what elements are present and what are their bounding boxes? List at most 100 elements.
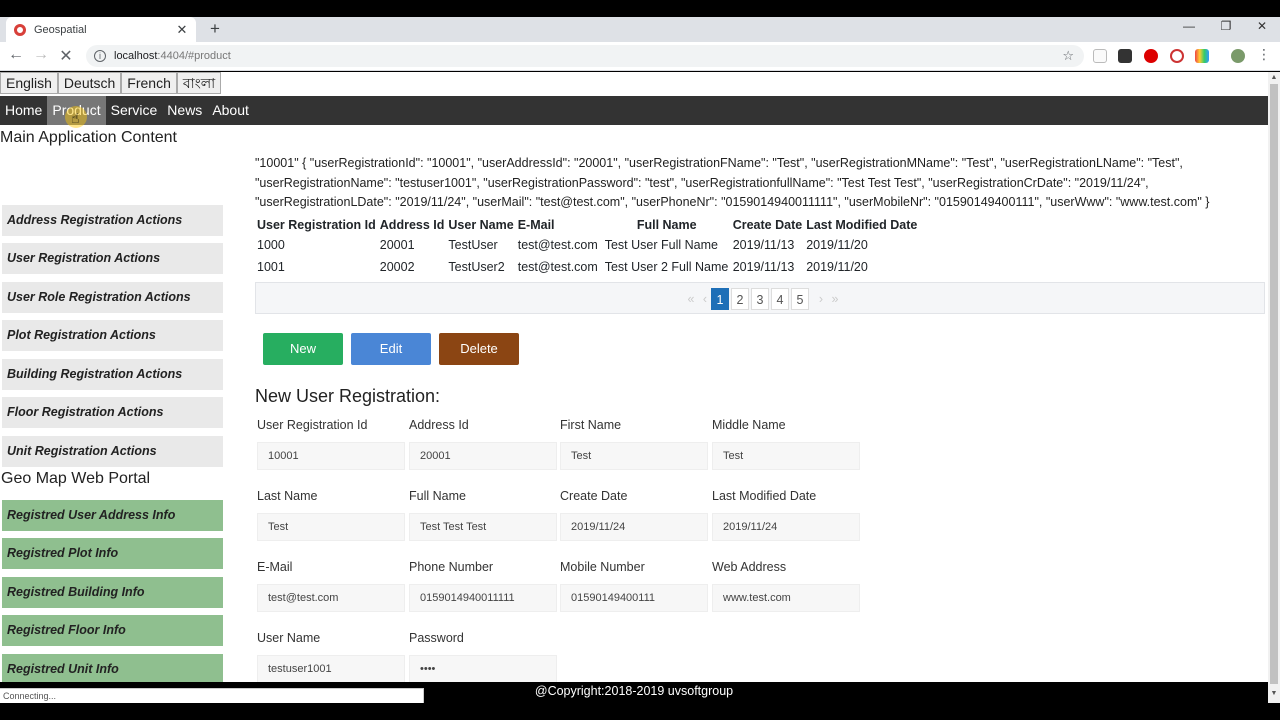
cell-full-name: Test User 2 Full Name	[604, 260, 729, 274]
back-icon[interactable]: ←	[6, 46, 26, 64]
url-bar[interactable]: i localhost:4404/#product ☆	[86, 45, 1084, 67]
label-password: Password	[409, 631, 464, 645]
sidebar-plot-registration[interactable]: Plot Registration Actions	[2, 320, 223, 351]
sidebar-unit-info[interactable]: Registred Unit Info	[2, 654, 223, 683]
pagination: « ‹ 1 2 3 4 5 › »	[255, 282, 1265, 314]
color-extension-icon[interactable]	[1195, 49, 1209, 63]
extension-icon[interactable]	[1118, 49, 1132, 63]
column-header[interactable]: Address Id	[378, 215, 447, 234]
registration-id-input[interactable]: 10001	[257, 442, 405, 470]
sidebar-user-role-registration[interactable]: User Role Registration Actions	[2, 282, 223, 313]
main-nav: Home Product Service News About	[0, 96, 1268, 125]
modified-date-input[interactable]: 2019/11/24	[712, 513, 860, 541]
nav-home[interactable]: Home	[0, 96, 47, 125]
cell-email: test@test.com	[517, 238, 598, 252]
extension-icon[interactable]	[1093, 49, 1107, 63]
cell-user-name: TestUser2	[448, 260, 505, 274]
page-4[interactable]: 4	[771, 288, 789, 310]
mobile-number-input[interactable]: 01590149400111	[560, 584, 708, 612]
page-2[interactable]: 2	[731, 288, 749, 310]
lang-bangla[interactable]: বাংলা	[176, 72, 222, 94]
user-name-input[interactable]: testuser1001	[257, 655, 405, 683]
sidebar-address-registration[interactable]: Address Registration Actions	[2, 205, 223, 236]
opera-extension-icon[interactable]	[1144, 49, 1158, 63]
full-name-input[interactable]: Test Test Test	[409, 513, 557, 541]
help-extension-icon[interactable]	[1170, 49, 1184, 63]
label-full-name: Full Name	[409, 489, 466, 503]
web-page: English Deutsch French বাংলা Home Produc…	[0, 72, 1268, 683]
nav-service[interactable]: Service	[106, 96, 163, 125]
last-page-icon[interactable]: »	[826, 288, 844, 310]
email-input[interactable]: test@test.com	[257, 584, 405, 612]
web-address-input[interactable]: www.test.com	[712, 584, 860, 612]
sidebar-floor-info[interactable]: Registred Floor Info	[2, 615, 223, 646]
sidebar-user-address-info[interactable]: Registred User Address Info	[2, 500, 223, 531]
vertical-scrollbar[interactable]: ▲ ▼	[1268, 72, 1280, 703]
top-frame	[0, 0, 1280, 17]
create-date-input[interactable]: 2019/11/24	[560, 513, 708, 541]
sidebar-building-registration[interactable]: Building Registration Actions	[2, 359, 223, 390]
cell-create-date: 2019/11/13	[732, 238, 795, 252]
column-header[interactable]: Last Modified Date	[804, 215, 919, 234]
profile-avatar[interactable]	[1231, 49, 1245, 63]
forward-icon[interactable]: →	[31, 46, 51, 64]
cell-create-date: 2019/11/13	[732, 260, 795, 274]
scroll-up-icon[interactable]: ▲	[1268, 74, 1280, 81]
lang-english[interactable]: English	[0, 72, 58, 94]
cell-email: test@test.com	[517, 260, 598, 274]
address-id-input[interactable]: 20001	[409, 442, 557, 470]
first-name-input[interactable]: Test	[560, 442, 708, 470]
middle-name-input[interactable]: Test	[712, 442, 860, 470]
delete-button[interactable]: Delete	[439, 333, 519, 365]
scrollbar-thumb[interactable]	[1270, 84, 1278, 684]
scroll-down-icon[interactable]: ▼	[1268, 690, 1280, 697]
lang-deutsch[interactable]: Deutsch	[57, 72, 122, 94]
main-title: Main Application Content	[0, 129, 177, 146]
column-header[interactable]: User Name	[446, 215, 515, 234]
page-5[interactable]: 5	[791, 288, 809, 310]
column-header[interactable]: Full Name	[603, 215, 731, 234]
column-header[interactable]: User Registration Id	[255, 215, 378, 234]
table-row[interactable]: 1001 20002 TestUser2 test@test.com Test …	[255, 256, 919, 278]
browser-tab[interactable]: Geospatial ✕	[6, 17, 196, 42]
page-1[interactable]: 1	[711, 288, 729, 310]
sidebar-unit-registration[interactable]: Unit Registration Actions	[2, 436, 223, 467]
minimize-icon[interactable]: —	[1171, 19, 1207, 33]
nav-about[interactable]: About	[207, 96, 254, 125]
password-input[interactable]: ••••	[409, 655, 557, 683]
form-title: New User Registration:	[255, 386, 441, 406]
bottom-frame	[0, 703, 1280, 720]
column-header[interactable]: Create Date	[731, 215, 804, 234]
bookmark-star-icon[interactable]: ☆	[1062, 48, 1074, 64]
last-name-input[interactable]: Test	[257, 513, 405, 541]
site-info-icon[interactable]: i	[94, 50, 106, 62]
label-web-address: Web Address	[712, 560, 787, 574]
cell-address-id: 20002	[379, 260, 415, 274]
window-close-icon[interactable]: ✕	[1244, 19, 1280, 33]
geo-portal-title: Geo Map Web Portal	[1, 470, 151, 487]
lang-french[interactable]: French	[121, 72, 177, 94]
cell-registration-id: 1001	[257, 260, 285, 274]
tab-close-icon[interactable]: ✕	[176, 22, 188, 38]
sidebar-user-registration[interactable]: User Registration Actions	[2, 243, 223, 274]
nav-news[interactable]: News	[162, 96, 207, 125]
cell-registration-id: 1000	[257, 238, 285, 252]
stop-loading-icon[interactable]: ✕	[56, 46, 76, 66]
new-button[interactable]: New	[263, 333, 343, 365]
new-tab-icon[interactable]: +	[206, 19, 224, 39]
column-header[interactable]: E-Mail	[516, 215, 603, 234]
tab-bar: Geospatial ✕ + — ❐ ✕	[0, 17, 1280, 42]
address-toolbar: ← → ✕ i localhost:4404/#product ☆ ⋮	[0, 42, 1280, 71]
user-table: User Registration Id Address Id User Nam…	[255, 215, 919, 278]
phone-number-input[interactable]: 0159014940011111	[409, 584, 557, 612]
table-row[interactable]: 1000 20001 TestUser test@test.com Test U…	[255, 234, 919, 256]
browser-menu-icon[interactable]: ⋮	[1254, 46, 1274, 63]
sidebar-floor-registration[interactable]: Floor Registration Actions	[2, 397, 223, 428]
maximize-icon[interactable]: ❐	[1208, 19, 1244, 33]
sidebar-plot-info[interactable]: Registred Plot Info	[2, 538, 223, 569]
page-3[interactable]: 3	[751, 288, 769, 310]
json-output: "10001" { "userRegistrationId": "10001",…	[255, 156, 1210, 209]
sidebar-building-info[interactable]: Registred Building Info	[2, 577, 223, 608]
label-email: E-Mail	[257, 560, 293, 574]
edit-button[interactable]: Edit	[351, 333, 431, 365]
